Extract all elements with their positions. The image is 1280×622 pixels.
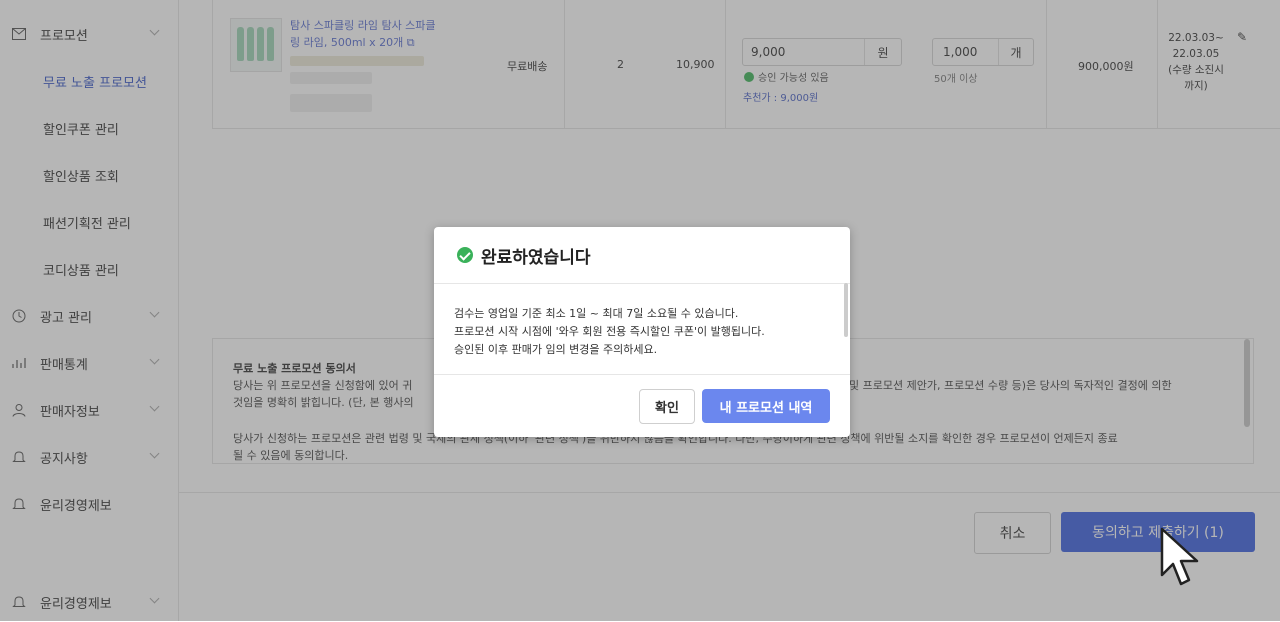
completion-modal: 완료하였습니다 검수는 영업일 기준 최소 1일 ~ 최대 7일 소요될 수 있… [434, 227, 850, 437]
modal-header: 완료하였습니다 [434, 227, 850, 284]
my-promotion-button[interactable]: 내 프로모션 내역 [702, 389, 830, 423]
modal-message-line: 검수는 영업일 기준 최소 1일 ~ 최대 7일 소요될 수 있습니다. [454, 307, 739, 320]
modal-message-line: 프로모션 시작 시점에 '와우 회원 전용 즉시할인 쿠폰'이 발행됩니다. [454, 325, 765, 338]
modal-message: 검수는 영업일 기준 최소 1일 ~ 최대 7일 소요될 수 있습니다. 프로모… [454, 305, 765, 359]
modal-title: 완료하였습니다 [481, 247, 591, 268]
mouse-cursor-icon [1160, 527, 1199, 586]
check-circle-icon [457, 247, 473, 263]
modal-scrollbar[interactable] [844, 283, 848, 337]
modal-message-line: 승인된 이후 판매가 임의 변경을 주의하세요. [454, 343, 658, 356]
modal-footer: 확인 내 프로모션 내역 [434, 374, 850, 438]
confirm-button[interactable]: 확인 [639, 389, 695, 424]
